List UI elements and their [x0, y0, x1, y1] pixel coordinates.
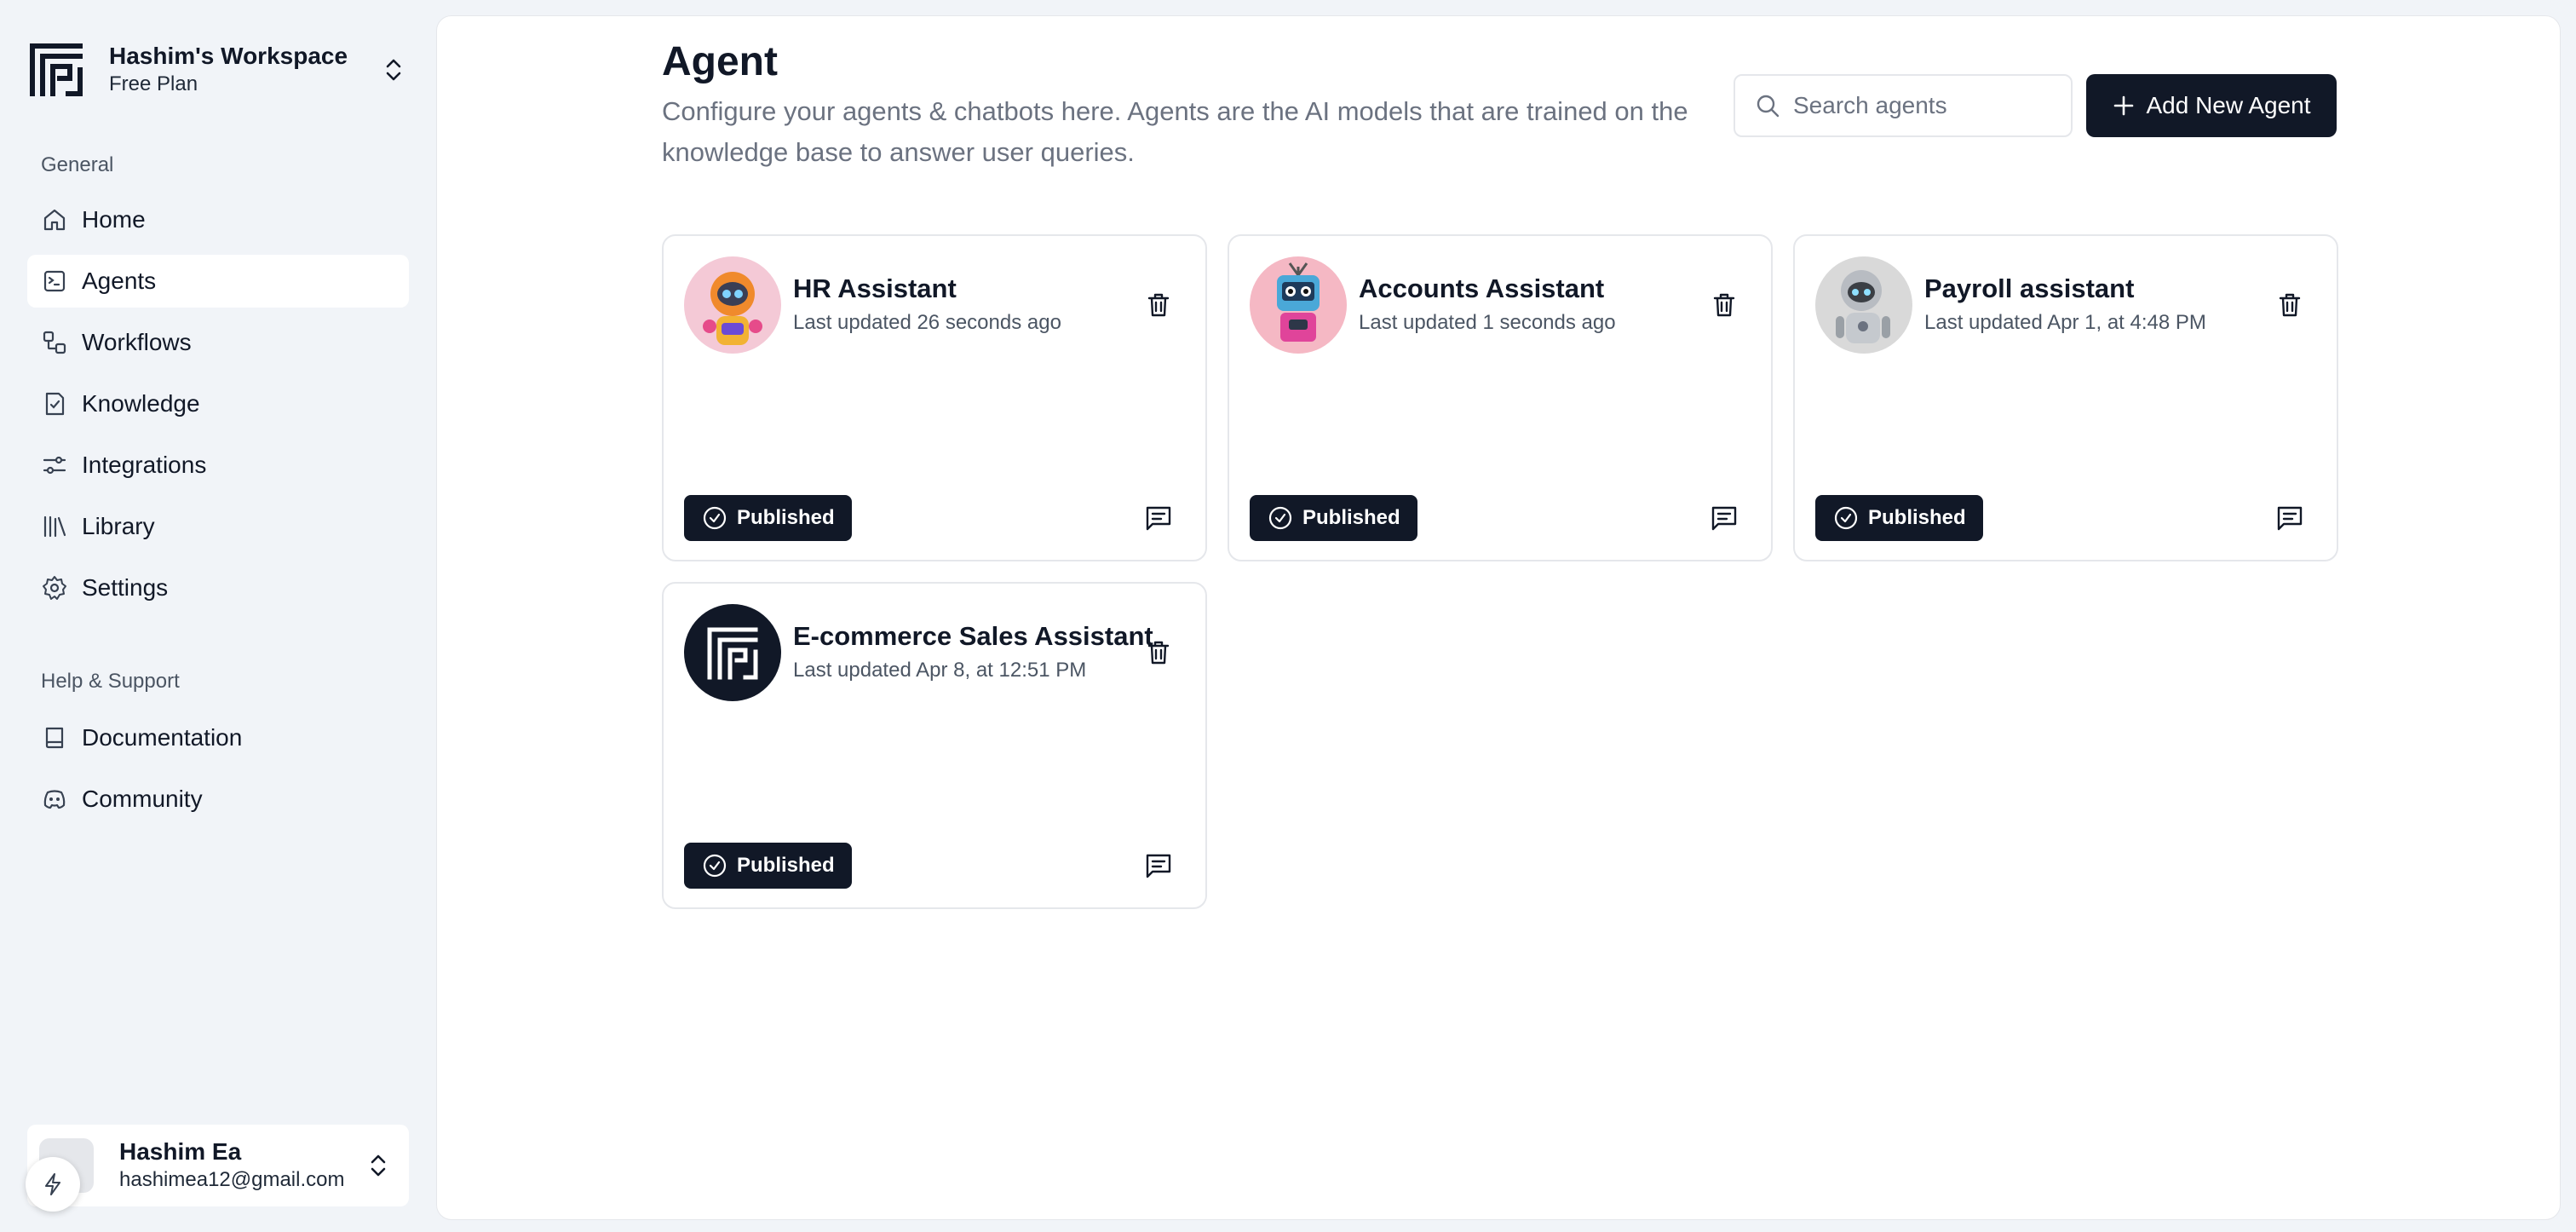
chevron-up-down-icon[interactable] [378, 55, 409, 85]
sidebar-item-settings[interactable]: Settings [27, 561, 409, 614]
sidebar-item-community[interactable]: Community [27, 773, 409, 826]
sidebar-item-knowledge[interactable]: Knowledge [27, 377, 409, 430]
chat-icon[interactable] [1144, 504, 1173, 533]
page-description: Configure your agents & chatbots here. A… [662, 96, 1688, 167]
agent-avatar-robot-orange [684, 256, 781, 354]
workspace-name: Hashim's Workspace [109, 43, 348, 69]
agent-card[interactable]: HR Assistant Last updated 26 seconds ago… [662, 234, 1207, 561]
sidebar-item-library[interactable]: Library [27, 500, 409, 553]
agent-name: HR Assistant [793, 273, 957, 303]
settings-icon [43, 576, 66, 600]
check-circle-icon [1834, 506, 1858, 530]
check-circle-icon [703, 506, 727, 530]
status-badge: Published [1250, 495, 1417, 541]
user-menu[interactable]: Hashim Ea hashimea12@gmail.com [27, 1125, 409, 1206]
sidebar-item-label: Workflows [82, 329, 192, 355]
chevron-up-down-icon[interactable] [363, 1150, 394, 1181]
page-title: Agent [662, 39, 778, 84]
sidebar: Hashim's Workspace Free Plan General Hom… [0, 0, 436, 1232]
chat-icon[interactable] [2275, 504, 2304, 533]
check-circle-icon [1268, 506, 1292, 530]
status-label: Published [1302, 506, 1400, 529]
discord-icon [43, 790, 66, 809]
section-label-support: Help & Support [41, 670, 180, 693]
agent-card[interactable]: E-commerce Sales Assistant Last updated … [662, 582, 1207, 909]
agent-updated: Last updated 1 seconds ago [1359, 311, 1616, 334]
agents-icon [43, 270, 66, 292]
agent-name: Payroll assistant [1924, 273, 2135, 303]
main-panel: Agent Configure your agents & chatbots h… [436, 15, 2561, 1220]
sidebar-item-label: Integrations [82, 452, 207, 478]
sidebar-item-label: Community [82, 786, 203, 812]
check-circle-icon [703, 854, 727, 878]
workflows-icon [43, 331, 66, 354]
agent-updated: Last updated 26 seconds ago [793, 311, 1061, 334]
workspace-logo-icon [30, 43, 83, 96]
bolt-icon [45, 1173, 60, 1195]
chat-icon[interactable] [1710, 504, 1739, 533]
status-label: Published [737, 854, 835, 877]
chat-icon[interactable] [1144, 851, 1173, 880]
search-box[interactable] [1734, 74, 2073, 137]
quick-action-button[interactable] [26, 1157, 80, 1212]
sidebar-item-label: Knowledge [82, 390, 200, 417]
knowledge-icon [45, 392, 65, 416]
agent-card[interactable]: Accounts Assistant Last updated 1 second… [1228, 234, 1773, 561]
status-badge: Published [684, 495, 852, 541]
delete-icon[interactable] [1144, 291, 1173, 320]
sidebar-item-label: Home [82, 206, 146, 233]
delete-icon[interactable] [2275, 291, 2304, 320]
status-label: Published [737, 506, 835, 529]
plus-icon [2114, 95, 2134, 116]
workspace-switcher[interactable]: Hashim's Workspace Free Plan [27, 29, 409, 111]
agent-avatar-logo-dark [684, 604, 781, 701]
sidebar-item-label: Agents [82, 268, 157, 294]
status-label: Published [1868, 506, 1966, 529]
agent-avatar-robot-silver [1815, 256, 1912, 354]
section-label-general: General [41, 153, 114, 176]
sidebar-item-label: Documentation [82, 724, 243, 751]
library-icon [43, 515, 66, 538]
search-input[interactable] [1793, 92, 2066, 119]
add-button-label: Add New Agent [2146, 92, 2311, 118]
sidebar-item-label: Library [82, 513, 155, 539]
book-icon [45, 727, 64, 749]
user-email: hashimea12@gmail.com [119, 1168, 345, 1191]
integrations-icon [43, 456, 66, 475]
user-name: Hashim Ea [119, 1138, 242, 1165]
sidebar-item-workflows[interactable]: Workflows [27, 316, 409, 369]
sidebar-item-documentation[interactable]: Documentation [27, 711, 409, 764]
agent-avatar-robot-blue [1250, 256, 1347, 354]
agent-name: E-commerce Sales Assistant [793, 621, 1153, 651]
sidebar-item-home[interactable]: Home [27, 193, 409, 246]
sidebar-item-agents[interactable]: Agents [27, 255, 409, 308]
sidebar-item-integrations[interactable]: Integrations [27, 439, 409, 492]
sidebar-item-label: Settings [82, 574, 169, 601]
agent-card[interactable]: Payroll assistant Last updated Apr 1, at… [1793, 234, 2338, 561]
add-new-agent-button[interactable]: Add New Agent [2086, 74, 2337, 137]
status-badge: Published [684, 843, 852, 889]
delete-icon[interactable] [1710, 291, 1739, 320]
workspace-plan: Free Plan [109, 72, 198, 95]
agent-updated: Last updated Apr 1, at 4:48 PM [1924, 311, 2206, 334]
search-icon [1757, 95, 1780, 118]
agent-name: Accounts Assistant [1359, 273, 1605, 303]
agent-updated: Last updated Apr 8, at 12:51 PM [793, 659, 1087, 682]
delete-icon[interactable] [1144, 638, 1173, 667]
home-icon [43, 209, 66, 231]
status-badge: Published [1815, 495, 1983, 541]
